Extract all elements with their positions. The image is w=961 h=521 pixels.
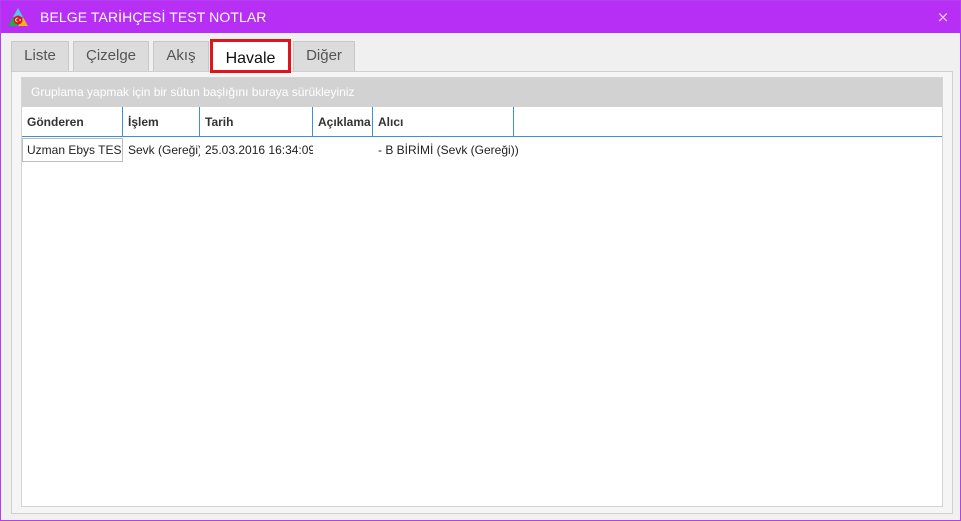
group-by-panel[interactable]: Gruplama yapmak için bir sütun başlığını… [22, 78, 942, 107]
tab-content-panel: Gruplama yapmak için bir sütun başlığını… [11, 71, 953, 514]
window-title: BELGE TARİHÇESİ TEST NOTLAR [40, 9, 267, 25]
app-logo-icon [8, 8, 28, 26]
column-header-tarih[interactable]: Tarih [200, 107, 313, 136]
title-bar[interactable]: BELGE TARİHÇESİ TEST NOTLAR × [1, 1, 960, 33]
grid-header-row: Gönderen İşlem Tarih Açıklama Alıcı [22, 107, 942, 137]
cell-tarih[interactable]: 25.03.2016 16:34:09 [200, 138, 313, 162]
tab-havale[interactable]: Havale [210, 39, 291, 73]
column-header-gonderen[interactable]: Gönderen [22, 107, 123, 136]
tab-diger[interactable]: Diğer [293, 41, 355, 71]
tab-cizelge[interactable]: Çizelge [73, 41, 149, 71]
cell-aciklama[interactable] [313, 138, 373, 162]
table-row[interactable]: Uzman Ebys TEST Sevk (Gereği) 25.03.2016… [22, 138, 942, 162]
cell-islem[interactable]: Sevk (Gereği) [123, 138, 200, 162]
column-header-islem[interactable]: İşlem [123, 107, 200, 136]
close-icon[interactable]: × [934, 8, 952, 26]
history-grid: Gruplama yapmak için bir sütun başlığını… [21, 77, 943, 507]
cell-gonderen[interactable]: Uzman Ebys TEST [22, 138, 123, 162]
column-header-alici[interactable]: Alıcı [373, 107, 514, 136]
history-window: BELGE TARİHÇESİ TEST NOTLAR × Liste Çize… [0, 0, 961, 521]
tab-akis[interactable]: Akış [153, 41, 209, 71]
cell-alici[interactable]: - B BİRİMİ (Sevk (Gereği)) [373, 138, 543, 162]
column-header-aciklama[interactable]: Açıklama [313, 107, 373, 136]
tab-liste[interactable]: Liste [11, 41, 69, 71]
